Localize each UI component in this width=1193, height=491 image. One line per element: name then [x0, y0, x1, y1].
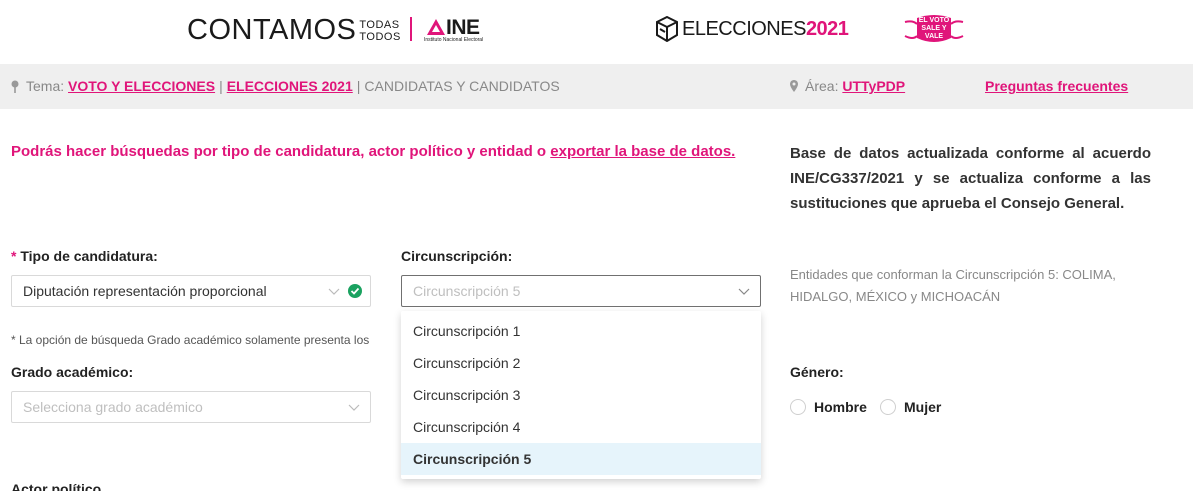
dropdown-option-circ-5[interactable]: Circunscripción 5: [401, 443, 761, 475]
radio-hombre-label: Hombre: [814, 399, 867, 415]
tipo-candidatura-label: * Tipo de candidatura:: [11, 248, 158, 264]
dropdown-option-circ-1[interactable]: Circunscripción 1: [401, 315, 761, 347]
dropdown-option-circ-3[interactable]: Circunscripción 3: [401, 379, 761, 411]
location-pin-icon: [790, 79, 798, 92]
checkmark-icon: [350, 287, 360, 295]
ine-logo[interactable]: INE Instituto Nacional Electoral: [424, 16, 500, 44]
dropdown-option-circ-2[interactable]: Circunscripción 2: [401, 347, 761, 379]
breadcrumb-link-elecciones-2021[interactable]: ELECCIONES 2021: [227, 78, 353, 94]
actor-politico-label: Actor político: [11, 481, 102, 491]
elecciones-logo-text: ELECCIONES2021: [682, 17, 849, 41]
circunscripcion-select[interactable]: Circunscripción 5: [401, 275, 761, 307]
circunscripcion-label: Circunscripción:: [401, 248, 513, 264]
intro-text: Podrás hacer búsquedas por tipo de candi…: [11, 143, 735, 160]
contamos-logo-text: CONTAMOS: [187, 14, 357, 46]
elecciones-word: ELECCIONES: [682, 17, 806, 40]
elecciones-year: 2021: [805, 17, 849, 40]
area-link[interactable]: UTTyPDP: [842, 78, 905, 94]
contamos-small-2: TODOS: [359, 30, 401, 43]
breadcrumb-separator: |: [356, 78, 361, 94]
database-update-note: Base de datos actualizada conforme al ac…: [790, 145, 1151, 212]
tipo-candidatura-select[interactable]: Diputación representación proporcional: [11, 275, 371, 307]
required-marker: *: [11, 248, 17, 264]
grado-academico-note: * La opción de búsqueda Grado académico …: [11, 333, 370, 347]
grado-academico-select[interactable]: Selecciona grado académico: [11, 391, 371, 423]
ine-emblem-icon: [427, 19, 445, 35]
radio-mujer-label: Mujer: [904, 399, 942, 415]
circunscripcion-placeholder: Circunscripción 5: [413, 283, 521, 299]
intro-sentence: Podrás hacer búsquedas por tipo de candi…: [11, 143, 551, 160]
export-database-link[interactable]: exportar la base de datos.: [550, 143, 735, 160]
radio-mujer[interactable]: Mujer: [880, 399, 941, 415]
site-header: CONTAMOS TODAS TODOS INE Instituto Nacio…: [0, 0, 1193, 64]
grado-academico-placeholder: Selecciona grado académico: [23, 399, 203, 415]
map-pin-icon: [11, 80, 19, 93]
tema-label: Tema:: [26, 78, 65, 94]
radio-circle[interactable]: [880, 399, 896, 415]
contamos-logo[interactable]: CONTAMOS TODAS TODOS: [187, 14, 401, 47]
chevron-down-icon: [328, 288, 340, 295]
breadcrumb-separator: |: [219, 78, 223, 94]
tipo-candidatura-value: Diputación representación proporcional: [23, 283, 267, 299]
circunscripcion-dropdown: Circunscripción 1 Circunscripción 2 Circ…: [401, 311, 761, 479]
breadcrumb-bar: Tema: VOTO Y ELECCIONES | ELECCIONES 202…: [0, 64, 1193, 109]
dropdown-option-circ-4[interactable]: Circunscripción 4: [401, 411, 761, 443]
ine-logo-subtext: Instituto Nacional Electoral: [424, 37, 484, 43]
breadcrumb-link-voto-y-elecciones[interactable]: VOTO Y ELECCIONES: [68, 78, 215, 94]
area-info: Área: UTTyPDP: [790, 78, 905, 94]
contamos-logo-subtext: TODAS TODOS: [359, 19, 400, 43]
mask-logo-text: EL VOTO SALE Y VALE: [918, 17, 950, 40]
breadcrumb: Tema: VOTO Y ELECCIONES | ELECCIONES 202…: [11, 78, 560, 94]
tipo-candidatura-label-text: Tipo de candidatura:: [20, 248, 158, 264]
contamos-small-1: TODAS: [359, 18, 400, 31]
logo-divider: [410, 17, 412, 41]
grado-academico-label: Grado académico:: [11, 364, 134, 380]
voto-sale-y-vale-logo[interactable]: EL VOTO SALE Y VALE: [903, 12, 965, 46]
chevron-down-icon: [348, 404, 360, 411]
radio-circle[interactable]: [790, 399, 806, 415]
faq-link-wrap: Preguntas frecuentes: [985, 78, 1128, 94]
ballot-box-icon: [656, 16, 678, 42]
genero-label: Género:: [790, 364, 844, 380]
entidades-info: Entidades que conforman la Circunscripci…: [790, 267, 1116, 304]
faq-link[interactable]: Preguntas frecuentes: [985, 78, 1128, 94]
breadcrumb-current: CANDIDATAS Y CANDIDATOS: [364, 78, 560, 94]
area-label: Área:: [805, 78, 839, 94]
elecciones-2021-logo[interactable]: ELECCIONES2021: [656, 16, 849, 42]
valid-check-icon: [348, 284, 362, 298]
radio-hombre[interactable]: Hombre: [790, 399, 867, 415]
chevron-down-icon: [738, 288, 750, 295]
